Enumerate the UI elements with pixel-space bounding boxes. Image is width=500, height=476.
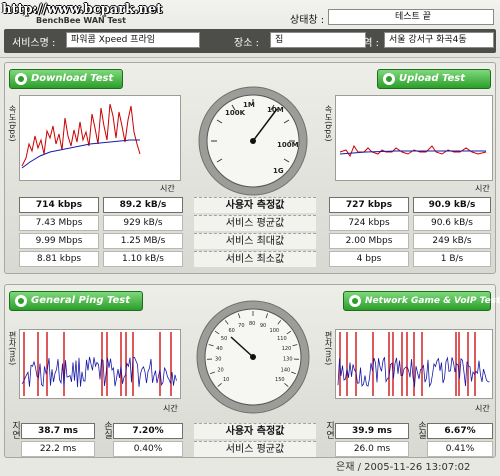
ping-y-axis-label: 편차(ms) (8, 331, 17, 366)
ping-radio-icon (15, 295, 27, 307)
download-user-bytes: 89.2 kB/s (103, 197, 183, 213)
upload-series-blue (339, 150, 486, 155)
status-field: 테스트 끝 (328, 9, 494, 25)
download-x-axis-label: 시간 (160, 184, 175, 193)
footer-timestamp: 은재 / 2005-11-26 13:07:02 (336, 462, 471, 473)
upload-chart-svg (339, 144, 487, 158)
upload-test-button[interactable]: Upload Test (377, 69, 491, 89)
game-y-axis-label: 편차(ms) (324, 331, 333, 366)
download-avg-bytes: 929 kB/s (103, 215, 183, 231)
app-title: BenchBee WAN Test (36, 16, 126, 25)
place-field[interactable]: 집 (270, 32, 366, 48)
region-label: 지역 : (354, 38, 379, 49)
upload-min-bytes: 1 B/s (413, 251, 491, 267)
upload-y-axis-label: 속도(bps) (324, 105, 333, 142)
download-test-button[interactable]: Download Test (9, 69, 123, 89)
game-x-axis-label: 시간 (475, 404, 490, 413)
upload-max-bps: 2.00 Mbps (329, 233, 409, 249)
upload-min-bps: 4 bps (329, 251, 409, 267)
ping-test-panel: General Ping Test Network Game & VoIP Te… (4, 284, 500, 458)
ping-x-axis-label: 시간 (163, 404, 178, 413)
gauge-tick-label: 100 (270, 328, 280, 334)
row-label-max: 서비스 최대값 (194, 233, 316, 249)
download-max-bytes: 1.25 MB/s (103, 233, 183, 249)
gauge-tick-label: 110 (277, 336, 287, 342)
watermark: http://www.bcpark.net (2, 2, 163, 17)
ping-row-label-user: 사용자 측정값 (194, 423, 316, 439)
upload-radio-icon (383, 73, 395, 85)
gauge-tick-label: 30 (215, 357, 221, 363)
status-label: 상태창 : (290, 15, 325, 26)
download-min-bytes: 1.10 kB/s (103, 251, 183, 267)
upload-user-bytes: 90.9 kB/s (413, 197, 491, 213)
gauge-tick-label: 50 (221, 336, 227, 342)
game-loss-bars (339, 332, 476, 396)
game-voip-test-button[interactable]: Network Game & VoIP Test (343, 291, 500, 311)
region-field[interactable]: 서울 강서구 화곡4동 (384, 32, 494, 48)
general-ping-test-button[interactable]: General Ping Test (9, 291, 143, 311)
download-chart (19, 95, 181, 181)
game-user-loss: 6.67% (427, 423, 493, 439)
ping-avg-delay: 22.2 ms (21, 441, 95, 457)
ping-row-label-avg: 서비스 평균값 (194, 441, 316, 457)
ping-user-loss: 7.20% (113, 423, 183, 439)
download-y-axis-label: 속도(bps) (8, 105, 17, 142)
ping-loss-bars (23, 332, 172, 396)
row-label-min: 서비스 최소값 (194, 251, 316, 267)
download-radio-icon (15, 73, 27, 85)
gauge-tick-100m: 100M (277, 141, 299, 149)
upload-max-bytes: 249 kB/s (413, 233, 491, 249)
upload-x-axis-label: 시간 (475, 184, 490, 193)
upload-chart (335, 95, 493, 181)
download-user-bps: 714 kbps (19, 197, 99, 213)
benchbee-window: http://www.bcpark.net BenchBee WAN Test … (0, 0, 500, 476)
gauge-tick-label: 120 (282, 346, 292, 352)
gauge-tick-label: 140 (281, 367, 291, 373)
game-avg-loss: 0.41% (427, 441, 493, 457)
gauge-tick-label: 150 (275, 377, 285, 383)
gauge-tick-label: 90 (260, 323, 266, 329)
gauge-tick-1g: 1G (273, 167, 284, 175)
ping-chart (19, 329, 181, 399)
row-label-avg: 서비스 평균값 (194, 215, 316, 231)
download-avg-bps: 7.43 Mbps (19, 215, 99, 231)
row-label-user: 사용자 측정값 (194, 197, 316, 213)
upload-avg-bps: 724 kbps (329, 215, 409, 231)
service-label: 서비스명 : (12, 38, 56, 49)
download-chart-svg (21, 103, 141, 169)
game-chart (335, 329, 493, 399)
upload-avg-bytes: 90.6 kB/s (413, 215, 491, 231)
service-field[interactable]: 파워콤 Xpeed 프라임 (66, 32, 200, 48)
gauge-tick-label: 70 (238, 323, 244, 329)
ping-series-blue (21, 356, 177, 388)
header: http://www.bcpark.net BenchBee WAN Test … (0, 0, 500, 58)
game-avg-delay: 26.0 ms (335, 441, 409, 457)
gauge-tick-label: 60 (228, 328, 234, 334)
speed-gauge: 100K 1M 10M 100M 1G (197, 85, 309, 197)
gauge-tick-100k: 100K (225, 109, 246, 117)
gauge-tick-label: 40 (216, 346, 222, 352)
game-chart-svg (337, 332, 490, 396)
place-label: 장소 : (234, 38, 259, 49)
gauge-tick-label: 20 (217, 367, 223, 373)
ping-avg-loss: 0.40% (113, 441, 183, 457)
ping-chart-svg (21, 332, 177, 396)
game-user-delay: 39.9 ms (335, 423, 409, 439)
gauge-tick-label: 80 (249, 321, 255, 327)
download-max-bps: 9.99 Mbps (19, 233, 99, 249)
game-radio-icon (349, 295, 361, 307)
download-min-bps: 8.81 kbps (19, 251, 99, 267)
ping-user-delay: 38.7 ms (21, 423, 95, 439)
info-bar: 서비스명 : 파워콤 Xpeed 프라임 장소 : 집 지역 : 서울 강서구 … (4, 29, 496, 53)
gauge-tick-1m: 1M (243, 101, 255, 109)
gauge-tick-label: 10 (223, 377, 229, 383)
gauge-tick-label: 130 (283, 357, 293, 363)
upload-user-bps: 727 kbps (329, 197, 409, 213)
ping-gauge: 10 20 30 40 50 60 70 80 90 100 110 120 130 140 150 (195, 299, 311, 415)
speed-test-panel: Download Test Upload Test 속도(bps) 시간 100… (4, 62, 496, 274)
